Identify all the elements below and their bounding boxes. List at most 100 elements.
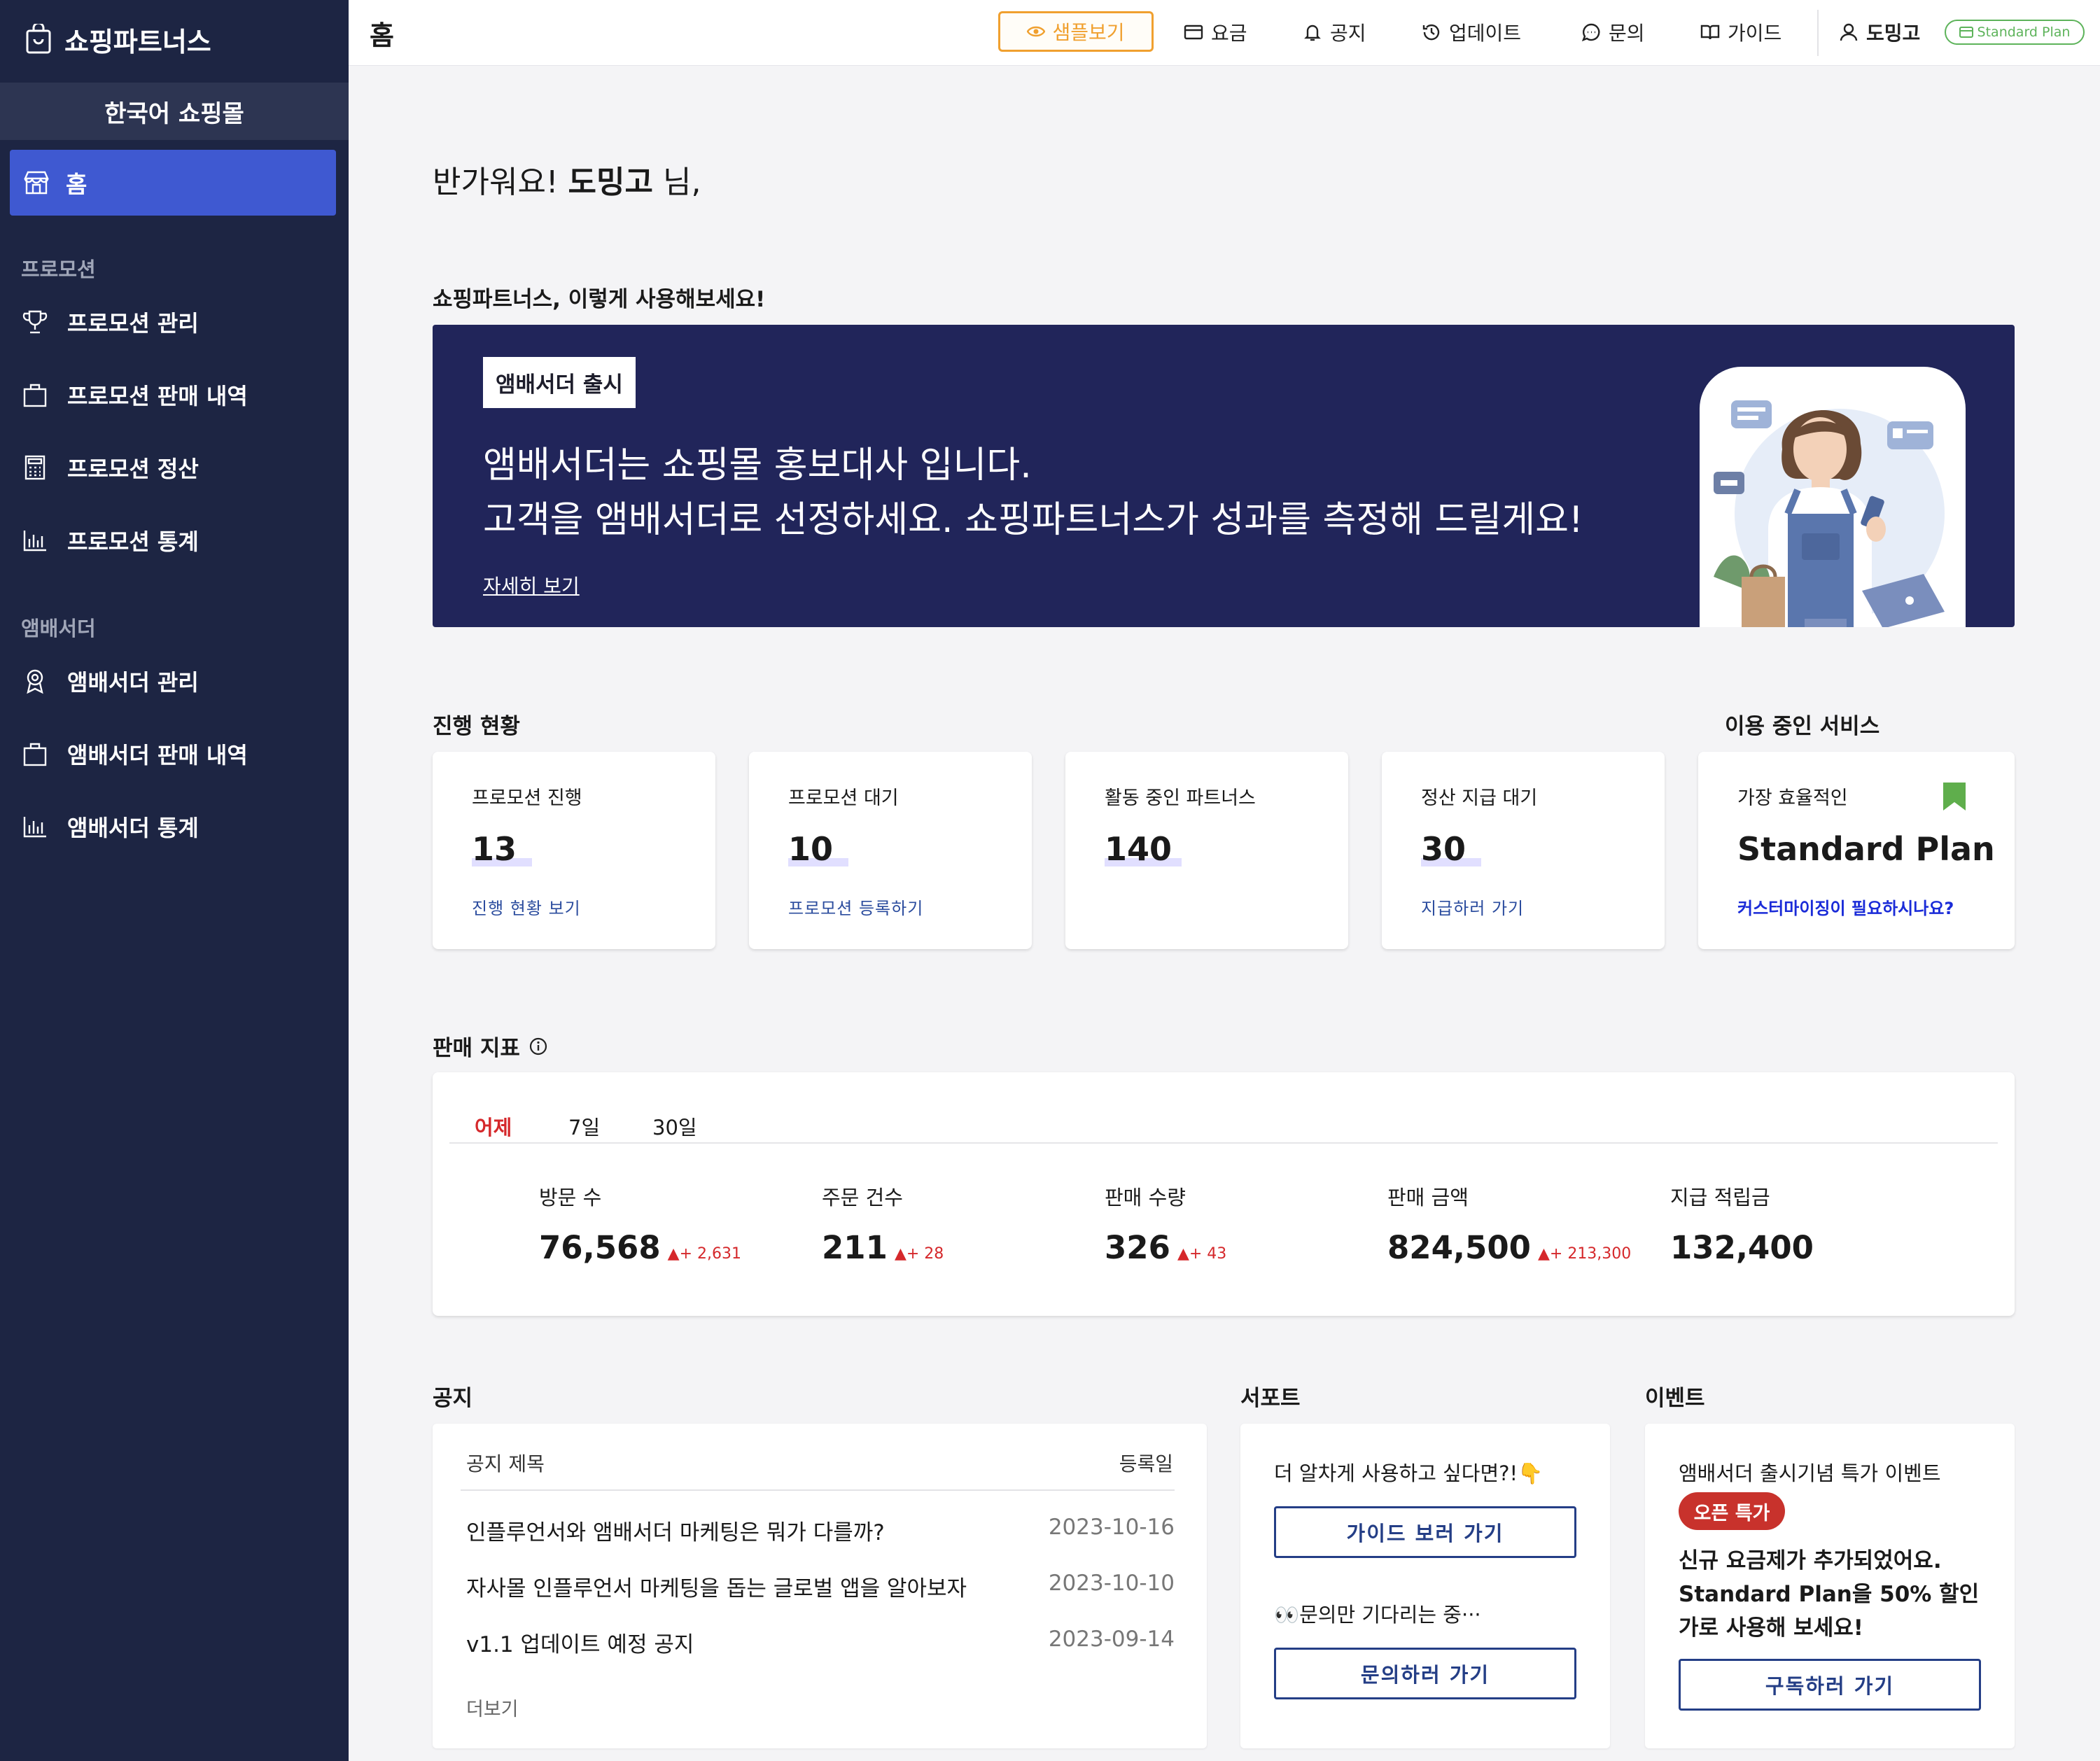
event-card: 앰배서더 출시기념 특가 이벤트 오픈 특가 신규 요금제가 추가되었어요. S… <box>1645 1424 2015 1748</box>
calculator-icon <box>24 455 46 480</box>
stat-card-promotion-active: 프로모션 진행 13 진행 현황 보기 <box>433 752 715 949</box>
greeting-suffix: 님, <box>653 164 701 200</box>
metric-label: 판매 수량 <box>1105 1186 1186 1209</box>
sidebar-item-label: 앰배서더 통계 <box>67 815 199 841</box>
event-description: 신규 요금제가 추가되었어요. Standard Plan을 50% 할인가로 … <box>1679 1548 1980 1641</box>
notice-table-header: 공지 제목 등록일 <box>466 1449 1173 1477</box>
service-plan-name: Standard Plan <box>1737 830 1995 868</box>
sidebar-item-ambassador-stats[interactable]: 앰배서더 통계 <box>21 806 199 848</box>
stat-value: 140 <box>1105 830 1172 868</box>
metric-delta: ▲+ 213,300 <box>1538 1245 1631 1263</box>
nav-guide-label: 가이드 <box>1728 22 1782 45</box>
subscribe-button[interactable]: 구독하러 가기 <box>1679 1659 1981 1711</box>
guide-button[interactable]: 가이드 보러 가기 <box>1274 1506 1576 1558</box>
notice-row[interactable]: v1.1 업데이트 예정 공지 2023-09-14 <box>466 1627 1175 1658</box>
stat-card-settlement-pending: 정산 지급 대기 30 지급하러 가기 <box>1382 752 1665 949</box>
tab-7days[interactable]: 7일 <box>568 1111 600 1141</box>
sidebar-item-promotion-manage[interactable]: 프로모션 관리 <box>21 301 199 343</box>
customizing-link[interactable]: 커스터마이징이 필요하시나요? <box>1737 894 1954 919</box>
history-icon <box>1422 24 1440 41</box>
stat-title: 프로모션 진행 <box>472 787 582 809</box>
shop-selector[interactable]: 한국어 쇼핑몰 <box>0 83 349 140</box>
stat-title: 활동 중인 파트너스 <box>1105 787 1256 809</box>
service-plan-card: 가장 효율적인 Standard Plan 커스터마이징이 필요하시나요? <box>1698 752 2015 949</box>
sidebar-item-ambassador-manage[interactable]: 앰배서더 관리 <box>21 660 199 702</box>
metric-reward: 지급 적립금 132,400 <box>1670 1181 1814 1266</box>
sidebar-item-promotion-stats[interactable]: 프로모션 통계 <box>21 519 199 561</box>
notice-section-title: 공지 <box>433 1386 473 1411</box>
metric-label: 지급 적립금 <box>1670 1186 1770 1209</box>
sidebar-item-label: 프로모션 관리 <box>67 310 199 337</box>
metric-orders: 주문 건수 211 ▲+ 28 <box>822 1181 944 1266</box>
metric-label: 판매 금액 <box>1387 1186 1469 1209</box>
metric-amount: 판매 금액 824,500 ▲+ 213,300 <box>1387 1181 1631 1266</box>
sidebar: 쇼핑파트너스 한국어 쇼핑몰 홈 프로모션 프로모션 관리 프로모션 판매 내역… <box>0 0 349 1761</box>
notice-date: 2023-10-10 <box>1048 1571 1175 1596</box>
brand[interactable]: 쇼핑파트너스 <box>0 0 349 78</box>
notice-more-link[interactable]: 더보기 <box>466 1694 519 1721</box>
section-ambassador-title: 앰배서더 <box>21 617 96 640</box>
ambassador-banner[interactable]: 앰배서더 출시 앰배서더는 쇼핑몰 홍보대사 입니다. 고객을 앰배서더로 선정… <box>433 325 2015 627</box>
sidebar-item-promotion-sales[interactable]: 프로모션 판매 내역 <box>21 374 248 416</box>
metric-delta: ▲+ 2,631 <box>668 1245 741 1263</box>
guide-section-title: 쇼핑파트너스, 이렇게 사용해보세요! <box>433 287 766 312</box>
notice-title[interactable]: 자사몰 인플루언서 마케팅을 돕는 글로벌 앱을 알아보자 <box>466 1571 967 1602</box>
notice-col-date: 등록일 <box>1119 1452 1173 1475</box>
metric-delta-value: + 213,300 <box>1549 1245 1632 1263</box>
inquiry-button[interactable]: 문의하러 가기 <box>1274 1648 1576 1699</box>
nav-notice[interactable]: 공지 <box>1302 15 1366 49</box>
support-card: 더 알차게 사용하고 싶다면?!👇 가이드 보러 가기 👀문의만 기다리는 중·… <box>1240 1424 1610 1748</box>
nav-pricing[interactable]: 요금 <box>1183 15 1247 49</box>
nav-updates-label: 업데이트 <box>1449 22 1522 45</box>
go-payout-link[interactable]: 지급하러 가기 <box>1421 894 1524 919</box>
stat-value: 13 <box>472 830 517 868</box>
notice-row[interactable]: 자사몰 인플루언서 마케팅을 돕는 글로벌 앱을 알아보자 2023-10-10 <box>466 1571 1175 1602</box>
stat-title: 정산 지급 대기 <box>1421 787 1538 809</box>
sidebar-item-label: 프로모션 정산 <box>67 456 199 482</box>
tab-yesterday[interactable]: 어제 <box>475 1111 512 1141</box>
notice-title[interactable]: 인플루언서와 앰배서더 마케팅은 뭐가 다를까? <box>466 1515 885 1546</box>
nav-updates[interactable]: 업데이트 <box>1421 15 1521 49</box>
metric-delta: ▲+ 28 <box>895 1245 944 1263</box>
info-icon[interactable] <box>528 1037 548 1056</box>
service-plan-subtitle: 가장 효율적인 <box>1737 787 1848 809</box>
tab-30days[interactable]: 30일 <box>652 1111 697 1141</box>
metric-value: 211 <box>822 1229 888 1266</box>
plan-badge[interactable]: Standard Plan <box>1945 20 2085 45</box>
shopping-bag-icon <box>23 743 47 766</box>
sidebar-item-label: 프로모션 통계 <box>67 528 199 555</box>
metric-value: 76,568 <box>539 1229 661 1266</box>
support-inquiry-text: 👀문의만 기다리는 중··· <box>1274 1603 1481 1627</box>
topbar-divider <box>1817 10 1819 56</box>
notice-row[interactable]: 인플루언서와 앰배서더 마케팅은 뭐가 다를까? 2023-10-16 <box>466 1515 1175 1546</box>
support-guide-text: 더 알차게 사용하고 싶다면?!👇 <box>1274 1461 1544 1485</box>
stat-value: 30 <box>1421 830 1466 868</box>
sidebar-item-label: 프로모션 판매 내역 <box>67 383 248 409</box>
sidebar-item-label: 앰배서더 관리 <box>67 669 199 696</box>
nav-inquiry[interactable]: 문의 <box>1581 15 1645 49</box>
sidebar-item-promotion-settlement[interactable]: 프로모션 정산 <box>21 447 199 489</box>
banner-detail-link[interactable]: 자세히 보기 <box>483 571 580 599</box>
metric-value: 132,400 <box>1670 1229 1814 1266</box>
metrics-section-title: 판매 지표 <box>433 1030 548 1062</box>
nav-guide[interactable]: 가이드 <box>1700 15 1782 49</box>
sample-view-button[interactable]: 샘플보기 <box>998 11 1154 52</box>
bell-icon <box>1304 24 1321 41</box>
banner-headline-2: 고객을 앰배서더로 선정하세요. 쇼핑파트너스가 성과를 측정해 드릴게요! <box>483 499 1583 541</box>
user-menu[interactable]: 도밍고 <box>1838 15 1920 49</box>
brand-name: 쇼핑파트너스 <box>64 26 211 57</box>
notice-col-title: 공지 제목 <box>466 1452 545 1475</box>
user-name: 도밍고 <box>1866 22 1921 45</box>
shop-owner-illustration <box>1700 367 1966 627</box>
notice-title[interactable]: v1.1 업데이트 예정 공지 <box>466 1627 694 1658</box>
sidebar-item-ambassador-sales[interactable]: 앰배서더 판매 내역 <box>21 733 248 775</box>
bar-chart-icon <box>23 817 46 838</box>
sidebar-item-home[interactable]: 홈 <box>10 150 336 216</box>
shopping-bag-icon <box>26 24 51 54</box>
plan-badge-label: Standard Plan <box>1977 24 2071 40</box>
plan-card-icon <box>1959 27 1973 38</box>
metric-value: 326 <box>1105 1229 1170 1266</box>
register-promotion-link[interactable]: 프로모션 등록하기 <box>788 894 923 919</box>
view-progress-link[interactable]: 진행 현황 보기 <box>472 894 581 919</box>
chat-bubble-icon <box>1581 23 1600 42</box>
